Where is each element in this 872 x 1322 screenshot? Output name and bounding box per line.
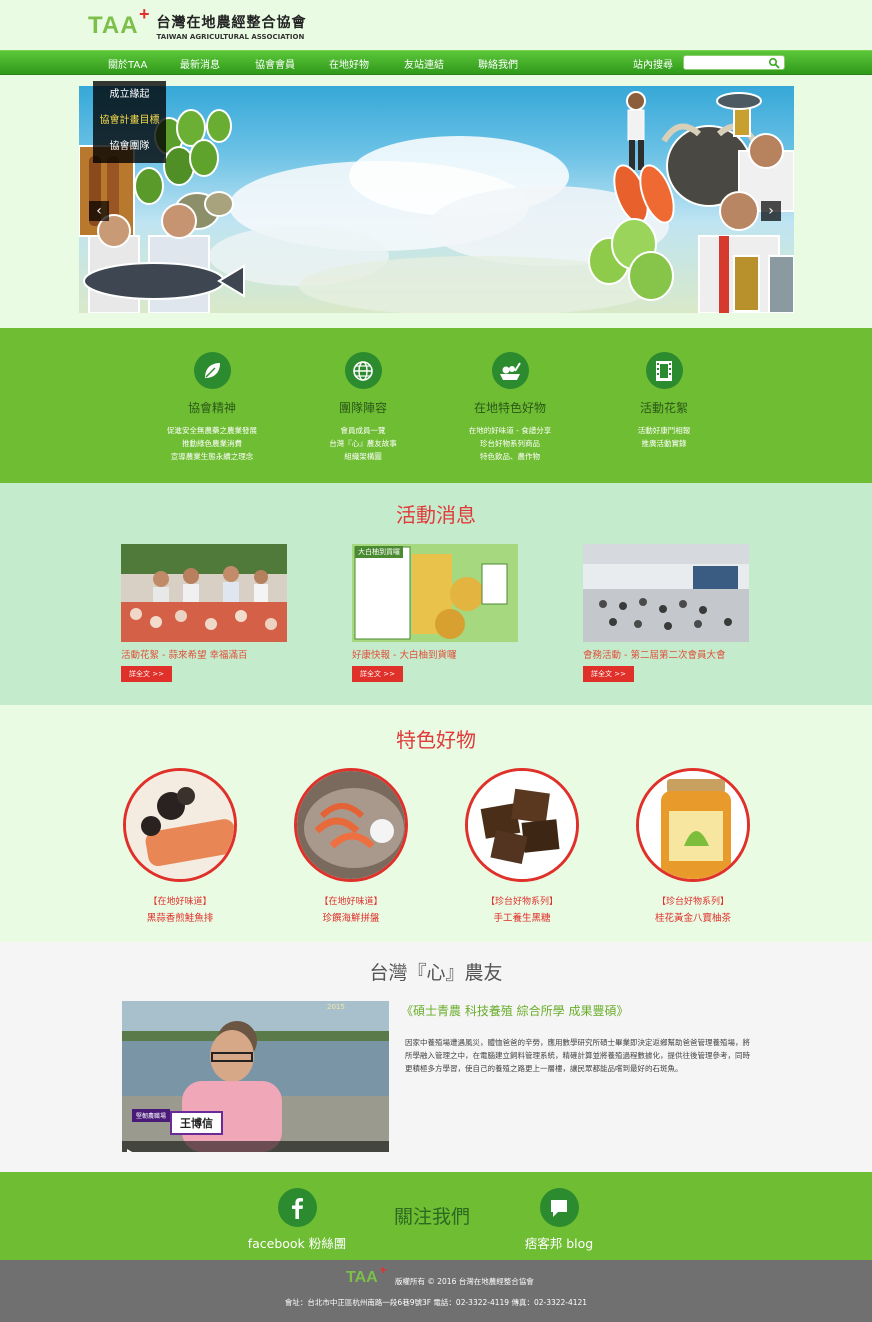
service-desc: 在地的好味道 - 食譜分享 珍台好物系列商品 特色飲品、農作物: [468, 426, 552, 461]
news-caption[interactable]: 會務活動 - 第二屆第二次會員大會: [583, 647, 749, 661]
service-spirit[interactable]: 協會精神 促進安全無農藥之農業發展 推動綠色農業消費 宣導農業生態永續之理念: [142, 352, 282, 463]
blog-link[interactable]: 痞客邦 blog: [519, 1188, 599, 1252]
service-local-goods[interactable]: 在地特色好物 在地的好味道 - 食譜分享 珍台好物系列商品 特色飲品、農作物: [440, 352, 580, 463]
produce-icon: [491, 352, 529, 389]
farmer-section: 台灣『心』農友 2015 堅韌農職場 王博信 《碩士青農 科技養殖 綜合所學 成…: [0, 942, 872, 1172]
farmer-story: 因家中養殖場遭遇風災，體恤爸爸的辛勞，應用數學研究所碩士畢業即決定返鄉幫助爸爸管…: [405, 1038, 750, 1073]
farmer-headline[interactable]: 《碩士青農 科技養殖 綜合所學 成果豐碩》: [401, 1002, 628, 1019]
products-section: 特色好物 【在地好味道】 黑蒜香煎鮭魚排 【在地好味道】 珍饌海鮮拼盤 【珍台好…: [0, 705, 872, 942]
products-title: 特色好物: [396, 728, 476, 752]
product-category: 【在地好味道】: [319, 897, 383, 907]
news-title: 活動消息: [396, 503, 476, 527]
header: TAA + 台灣在地農經整合協會 TAIWAN AGRICULTURAL ASSO…: [0, 0, 872, 50]
logo-abbr: TAA +: [88, 4, 151, 39]
nav-item-about[interactable]: 關於TAA: [108, 56, 147, 71]
news-card[interactable]: 大白柚到貨囉 好康快報 - 大白柚到貨囉 詳全文 >>: [352, 544, 518, 682]
globe-icon: [344, 352, 382, 389]
nav-item-members[interactable]: 協會會員: [255, 56, 295, 71]
service-title: 協會精神: [187, 401, 236, 415]
product-name[interactable]: 桂花黃金八寶柚茶: [628, 910, 758, 924]
news-caption[interactable]: 好康快報 - 大白柚到貨囉: [352, 647, 518, 661]
video-caption-name: 王博信: [170, 1111, 223, 1135]
news-image[interactable]: [121, 544, 287, 642]
search-box: [683, 55, 785, 75]
service-events[interactable]: 活動花絮 活動好康鬥相報 推廣活動實錄: [594, 352, 734, 450]
service-desc: 促進安全無農藥之農業發展 推動綠色農業消費 宣導農業生態永續之理念: [167, 426, 257, 461]
footer-logo[interactable]: TAA +: [346, 1263, 387, 1287]
banner-illustration: [79, 91, 794, 313]
read-more-button[interactable]: 詳全文 >>: [352, 666, 403, 682]
video-badge: 2015: [327, 1003, 345, 1011]
product-item[interactable]: 【珍台好物系列】 手工養生黑糖: [457, 768, 587, 924]
product-category: 【珍台好物系列】: [485, 897, 558, 907]
news-section: 活動消息 活動花絮 - 蒜來希望 幸福滿百 詳全文 >> 大白柚到貨囉 好康快報…: [0, 483, 872, 705]
product-item[interactable]: 【在地好味道】 珍饌海鮮拼盤: [286, 768, 416, 924]
service-title: 活動花絮: [639, 401, 688, 415]
site-logo[interactable]: TAA + 台灣在地農經整合協會 TAIWAN AGRICULTURAL ASSO…: [88, 4, 307, 42]
dropdown-item-goals[interactable]: 協會計畫目標: [93, 109, 166, 133]
product-image[interactable]: [123, 768, 237, 882]
read-more-button[interactable]: 詳全文 >>: [121, 666, 172, 682]
service-title: 在地特色好物: [473, 401, 546, 415]
nav-item-contact[interactable]: 聯絡我們: [478, 56, 518, 71]
copyright-text: 版權所有 © 2016 台灣在地農經整合協會: [395, 1277, 534, 1286]
nav-item-links[interactable]: 友站連結: [404, 56, 444, 71]
product-name[interactable]: 珍饌海鮮拼盤: [286, 910, 416, 924]
product-item[interactable]: 【珍台好物系列】 桂花黃金八寶柚茶: [628, 768, 758, 924]
footer: TAA + 版權所有 © 2016 台灣在地農經整合協會 會址：台北市中正區杭州南…: [0, 1260, 872, 1322]
farmer-video[interactable]: 2015 堅韌農職場 王博信: [122, 1001, 389, 1152]
product-image[interactable]: [636, 768, 750, 882]
facebook-icon: [277, 1188, 317, 1227]
read-more-button[interactable]: 詳全文 >>: [583, 666, 634, 682]
org-name-en: TAIWAN AGRICULTURAL ASSOCIATION: [156, 32, 305, 41]
product-image[interactable]: [294, 768, 408, 882]
search-label: 站內搜尋: [633, 60, 673, 71]
news-card[interactable]: 活動花絮 - 蒜來希望 幸福滿百 詳全文 >>: [121, 544, 287, 682]
video-caption-small: 堅韌農職場: [132, 1109, 171, 1122]
product-item[interactable]: 【在地好味道】 黑蒜香煎鮭魚排: [115, 768, 245, 924]
news-image[interactable]: [583, 544, 749, 642]
chat-bubble-icon: [539, 1188, 579, 1227]
contact-info: 會址：台北市中正區杭州南路一段6巷9號3F 電話：02-3322-4119 傳真…: [284, 1298, 588, 1307]
follow-section: facebook 粉絲團 關注我們 痞客邦 blog: [0, 1172, 872, 1260]
news-image[interactable]: 大白柚到貨囉: [352, 544, 518, 642]
slider-prev-button[interactable]: ‹: [89, 201, 109, 221]
product-name[interactable]: 手工養生黑糖: [457, 910, 587, 924]
follow-title: 關注我們: [394, 1206, 471, 1228]
hero-banner: ‹ ›: [79, 86, 794, 313]
film-icon: [645, 352, 683, 389]
product-name[interactable]: 黑蒜香煎鮭魚排: [115, 910, 245, 924]
org-name-zh: 台灣在地農經整合協會: [156, 14, 307, 31]
search-icon[interactable]: [768, 57, 780, 69]
service-team[interactable]: 團隊陣容 會員成員一覽 台灣『心』農友故事 組織架構圖: [293, 352, 433, 463]
about-dropdown-menu: 成立緣起 協會計畫目標 協會團隊: [93, 81, 166, 163]
product-category: 【珍台好物系列】: [656, 897, 729, 907]
service-desc: 活動好康鬥相報 推廣活動實錄: [637, 426, 691, 448]
nav-item-news[interactable]: 最新消息: [180, 56, 220, 71]
dropdown-item-team[interactable]: 協會團隊: [93, 135, 166, 159]
main-nav: 關於TAA 最新消息 協會會員 在地好物 友站連結 聯絡我們 站內搜尋: [0, 50, 872, 75]
blog-label[interactable]: 痞客邦 blog: [525, 1236, 593, 1251]
search-input[interactable]: [688, 61, 768, 75]
logo-plus: +: [139, 4, 151, 24]
news-image-label: 大白柚到貨囉: [355, 546, 403, 558]
facebook-label[interactable]: facebook 粉絲團: [248, 1236, 347, 1251]
slider-next-button[interactable]: ›: [761, 201, 781, 221]
play-icon[interactable]: [126, 1142, 136, 1152]
news-card[interactable]: 會務活動 - 第二屆第二次會員大會 詳全文 >>: [583, 544, 749, 682]
facebook-link[interactable]: facebook 粉絲團: [247, 1188, 347, 1252]
nav-item-local-goods[interactable]: 在地好物: [329, 56, 369, 71]
services-section: 協會精神 促進安全無農藥之農業發展 推動綠色農業消費 宣導農業生態永續之理念 團隊陣…: [0, 328, 872, 483]
service-desc: 會員成員一覽 台灣『心』農友故事 組織架構圖: [329, 426, 397, 461]
leaf-icon: [193, 352, 231, 389]
product-category: 【在地好味道】: [148, 897, 212, 907]
service-title: 團隊陣容: [338, 401, 387, 415]
dropdown-item-origin[interactable]: 成立緣起: [93, 83, 166, 107]
farmer-title: 台灣『心』農友: [369, 962, 503, 984]
product-image[interactable]: [465, 768, 579, 882]
news-caption[interactable]: 活動花絮 - 蒜來希望 幸福滿百: [121, 647, 287, 661]
